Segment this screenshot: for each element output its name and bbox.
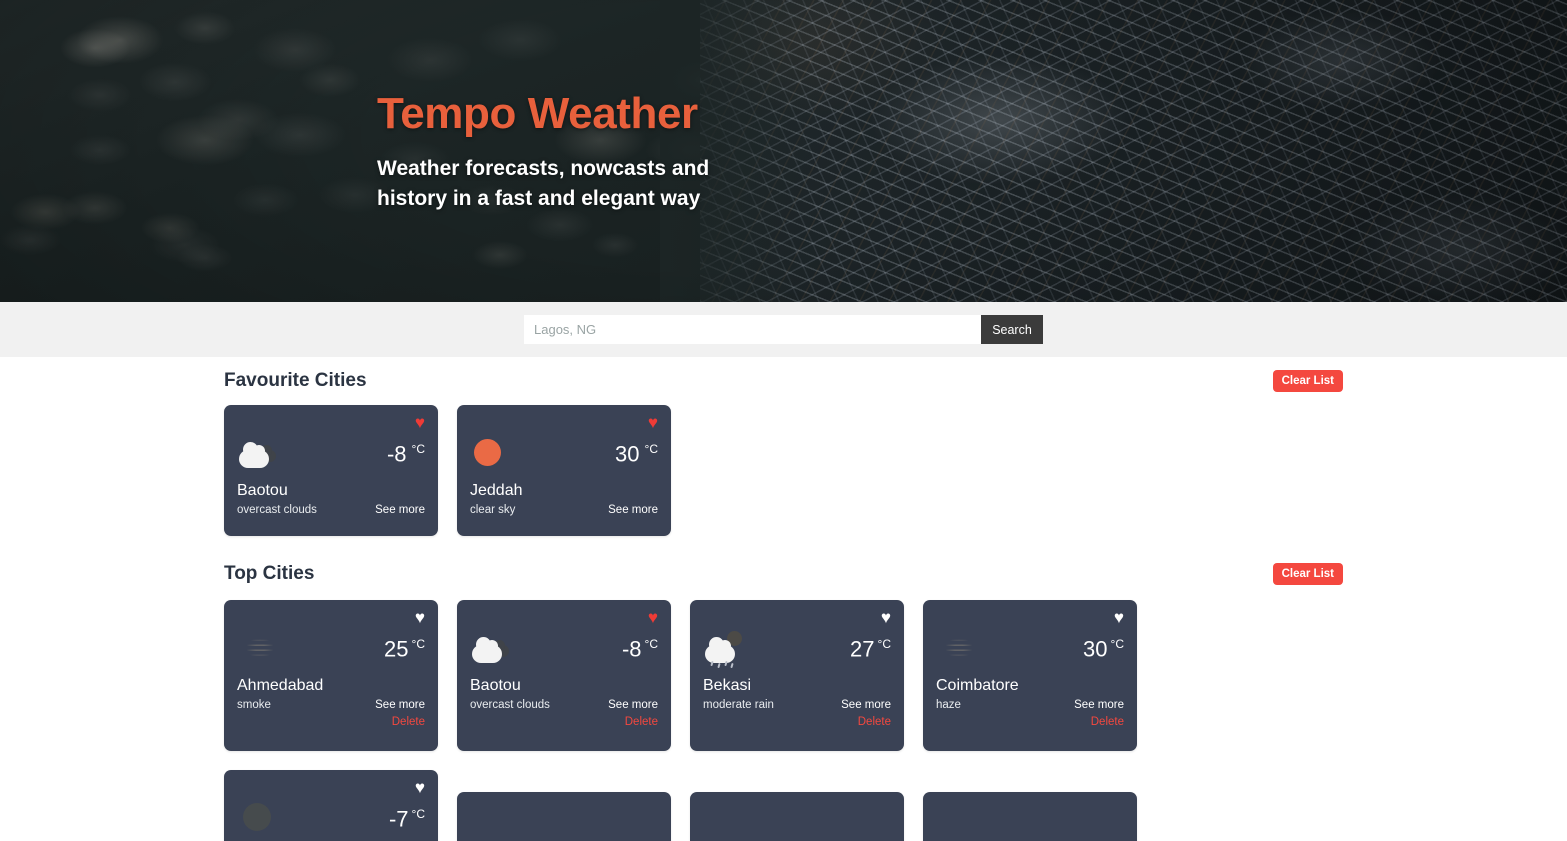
city-name: Bekasi (703, 677, 752, 694)
weather-card[interactable]: ♥ -7°C Dalian clear sky See more Delete (224, 770, 438, 841)
delete-link[interactable]: Delete (703, 716, 891, 728)
temperature-value: 30 °C (615, 441, 658, 467)
weather-card[interactable] (457, 792, 671, 841)
delete-link[interactable]: Delete (936, 716, 1124, 728)
city-name: Coimbatore (936, 677, 1019, 694)
city-name: Baotou (237, 482, 288, 499)
weather-card[interactable]: ♥ 30 °C Jeddah clear sky See more (457, 405, 671, 536)
clear-sky-night-icon (237, 797, 285, 841)
weather-card[interactable]: ♥ 25 °C Ahmedabad smoke See more Delete (224, 600, 438, 751)
favourite-cities-grid: ♥ -8 °C Baotou overcast clouds See more ♥ (224, 405, 1343, 536)
weather-card[interactable] (690, 792, 904, 841)
city-name: Baotou (470, 677, 521, 694)
weather-card-summary: 27 °C (703, 624, 891, 674)
favourite-cities-title: Favourite Cities (224, 370, 367, 391)
main-content: Favourite Cities Clear List ♥ -8 °C Baoto… (0, 357, 1567, 841)
see-more-link[interactable]: See more (608, 504, 658, 516)
weather-card-summary: 30 °C (470, 429, 658, 479)
hero-banner: Tempo Weather Weather forecasts, nowcast… (0, 0, 1567, 302)
favourite-cities-header: Favourite Cities Clear List (224, 357, 1343, 405)
see-more-link[interactable]: See more (1074, 699, 1124, 711)
clear-favourites-button[interactable]: Clear List (1272, 370, 1343, 392)
top-cities-grid: ♥ 25 °C Ahmedabad smoke See more Delete ♥ (224, 600, 1343, 841)
search-form: Search (524, 315, 1043, 344)
weather-card-footer: moderate rain See more (703, 699, 891, 711)
weather-description: moderate rain (703, 699, 774, 711)
heart-outline-icon[interactable]: ♥ (1114, 609, 1124, 626)
temperature-value: -8 °C (621, 636, 658, 662)
hero-subtitle: Weather forecasts, nowcasts and history … (377, 156, 710, 211)
hero-content: Tempo Weather Weather forecasts, nowcast… (377, 88, 797, 215)
overcast-clouds-icon (470, 627, 518, 671)
weather-card-footer: smoke See more (237, 699, 425, 711)
top-cities-header: Top Cities Clear List (224, 548, 1343, 600)
weather-card-footer: overcast clouds See more (237, 504, 425, 516)
weather-description: smoke (237, 699, 271, 711)
clear-sky-day-icon (470, 432, 518, 476)
delete-link[interactable]: Delete (470, 716, 658, 728)
search-bar: Search (0, 302, 1567, 357)
weather-card[interactable]: ♥ 30 °C Coimbatore haze See more Delete (923, 600, 1137, 751)
city-name: Ahmedabad (237, 677, 324, 694)
page-title: Tempo Weather (377, 89, 698, 138)
heart-outline-icon[interactable]: ♥ (881, 609, 891, 626)
weather-card-summary: -8 °C (470, 624, 658, 674)
heart-filled-icon[interactable]: ♥ (415, 414, 425, 431)
search-button[interactable]: Search (981, 315, 1043, 344)
city-name: Jeddah (470, 482, 523, 499)
favourite-cities-section: Favourite Cities Clear List ♥ -8 °C Baoto… (224, 357, 1343, 536)
weather-description: overcast clouds (237, 504, 317, 516)
top-cities-title: Top Cities (224, 563, 315, 584)
moderate-rain-icon (703, 627, 751, 671)
search-input[interactable] (524, 315, 981, 344)
overcast-clouds-icon (237, 432, 285, 476)
haze-icon (936, 627, 984, 671)
temperature-value: -7 °C (388, 806, 425, 832)
heart-outline-icon[interactable]: ♥ (415, 779, 425, 796)
weather-card-footer: haze See more (936, 699, 1124, 711)
weather-description: overcast clouds (470, 699, 550, 711)
weather-description: clear sky (470, 504, 516, 516)
heart-filled-icon[interactable]: ♥ (648, 414, 658, 431)
top-cities-section: Top Cities Clear List ♥ 25 °C Ahmedabad s… (224, 548, 1343, 841)
heart-outline-icon[interactable]: ♥ (415, 609, 425, 626)
smoke-icon (237, 627, 285, 671)
weather-description: haze (936, 699, 961, 711)
weather-card-footer: clear sky See more (470, 504, 658, 516)
heart-filled-icon[interactable]: ♥ (648, 609, 658, 626)
see-more-link[interactable]: See more (841, 699, 891, 711)
weather-card[interactable]: ♥ 27 °C Bekasi moderate rain See more De… (690, 600, 904, 751)
weather-card[interactable]: ♥ -8 °C Baotou overcast clouds See more D… (457, 600, 671, 751)
weather-card-summary: -8 °C (237, 429, 425, 479)
see-more-link[interactable]: See more (375, 504, 425, 516)
temperature-value: 27 °C (850, 636, 891, 662)
temperature-value: 25 °C (384, 636, 425, 662)
weather-card-summary: -7 °C (237, 794, 425, 841)
see-more-link[interactable]: See more (375, 699, 425, 711)
temperature-value: 30 °C (1083, 636, 1124, 662)
weather-card[interactable]: ♥ -8 °C Baotou overcast clouds See more (224, 405, 438, 536)
clear-top-cities-button[interactable]: Clear List (1272, 563, 1343, 585)
see-more-link[interactable]: See more (608, 699, 658, 711)
weather-card-footer: overcast clouds See more (470, 699, 658, 711)
weather-card[interactable] (923, 792, 1137, 841)
weather-card-summary: 25 °C (237, 624, 425, 674)
temperature-value: -8 °C (386, 441, 425, 467)
weather-card-summary: 30 °C (936, 624, 1124, 674)
delete-link[interactable]: Delete (237, 716, 425, 728)
